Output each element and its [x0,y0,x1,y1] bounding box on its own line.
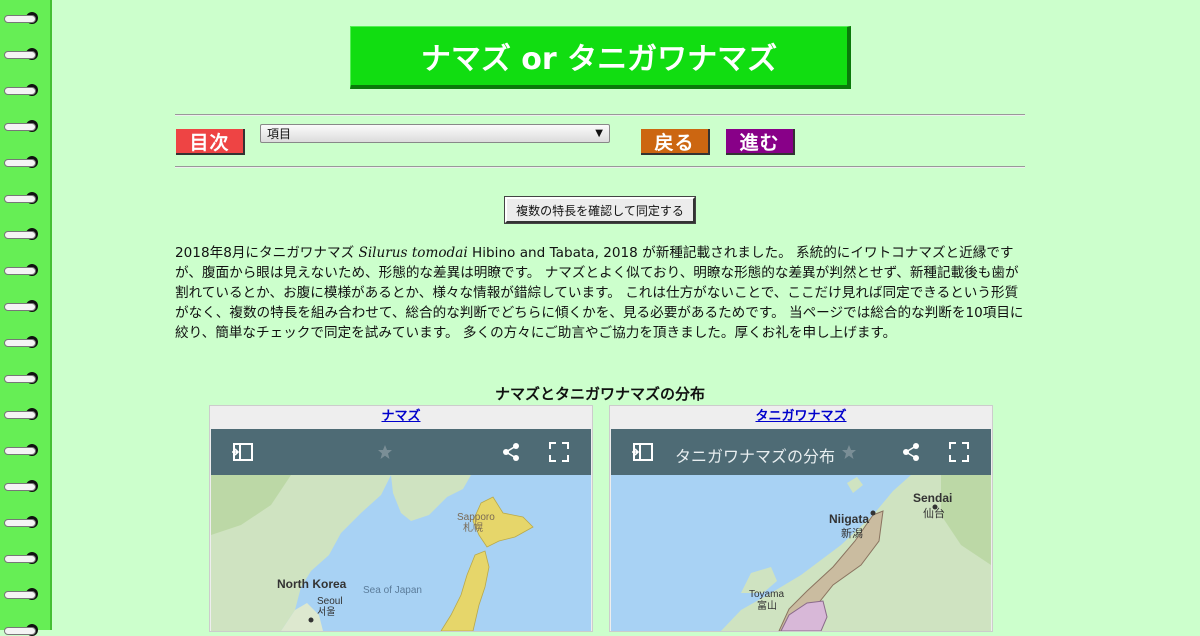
next-button[interactable]: 進む [726,129,795,155]
distribution-title: ナマズとタニガワナマズの分布 [494,385,705,403]
binding-ring [4,408,38,420]
item-select[interactable]: 項目 ▼ [260,124,610,143]
label-sendai: Sendai [913,491,952,505]
toc-button[interactable]: 目次 [176,129,245,155]
sado-island [847,477,863,493]
label-north-korea: North Korea [277,577,347,591]
scientific-name: Silurus tomodai [358,245,468,261]
divider-bottom [175,166,1025,168]
seoul-marker [308,617,314,623]
label-toyama: Toyama [749,589,784,600]
binding-ring [4,516,38,528]
binding-ring [4,48,38,60]
intro-paragraph: 2018年8月にタニガワナマズ Silurus tomodai Hibino a… [175,243,1025,343]
map-name: タニガワナマズの分布 [675,447,836,466]
fullscreen-icon[interactable] [549,442,569,462]
namazu-map-link[interactable]: ナマズ [210,406,592,428]
notebook-binding [0,0,52,636]
label-sapporo: Sapporo [457,512,495,523]
chevron-down-icon: ▼ [595,128,603,139]
binding-ring [4,624,38,636]
binding-ring [4,192,38,204]
binding-ring [4,444,38,456]
identify-check-button[interactable]: 複数の特長を確認して同定する [504,196,696,224]
namazu-map[interactable]: Sapporo 札幌 North Korea Sea of Japan Seou… [211,475,591,631]
binding-ring [4,84,38,96]
namazu-map-card: ナマズ Sapporo 札幌 North Korea Sea of Japan … [209,405,593,632]
tanigawa-map-card: タニガワナマズ タニガワナマズの分布 Sendai 仙台 Niigata 新潟 … [609,405,993,632]
honshu-range [440,550,490,631]
map-header: タニガワナマズの分布 [611,429,991,475]
fullscreen-icon[interactable] [949,442,969,462]
binding-ring [4,480,38,492]
item-select-value: 項目 [267,127,292,141]
binding-ring [4,552,38,564]
binding-ring [4,156,38,168]
label-niigata: Niigata [829,512,869,526]
tanigawa-map-link[interactable]: タニガワナマズ [610,406,992,428]
page-title: ナマズ or タニガワナマズ [350,26,851,89]
label-sapporo-ja: 札幌 [463,521,483,534]
intro-text-1: 2018年8月にタニガワナマズ [175,245,359,261]
binding-ring [4,264,38,276]
binding-ring [4,588,38,600]
sidebar-toggle-icon[interactable] [631,442,655,462]
star-icon[interactable] [841,444,857,460]
binding-ring [4,300,38,312]
label-niigata-ja: 新潟 [841,526,863,540]
binding-ring [4,336,38,348]
tanigawa-map[interactable]: Sendai 仙台 Niigata 新潟 Toyama 富山 [611,475,991,631]
label-sendai-ja: 仙台 [923,506,945,520]
back-button[interactable]: 戻る [641,129,710,155]
share-icon[interactable] [901,442,921,462]
star-icon[interactable] [377,444,393,460]
share-icon[interactable] [501,442,521,462]
label-seoul: Seoul [317,596,343,607]
sidebar-toggle-icon[interactable] [231,442,255,462]
label-toyama-ja: 富山 [757,599,777,612]
label-sea-of-japan: Sea of Japan [363,585,422,596]
label-seoul-ko: 서울 [317,606,335,618]
niigata-marker [870,510,876,516]
binding-ring [4,372,38,384]
divider-top [175,114,1025,116]
map-header [211,429,591,475]
binding-ring [4,12,38,24]
binding-ring [4,120,38,132]
binding-edge [50,0,52,630]
binding-ring [4,228,38,240]
